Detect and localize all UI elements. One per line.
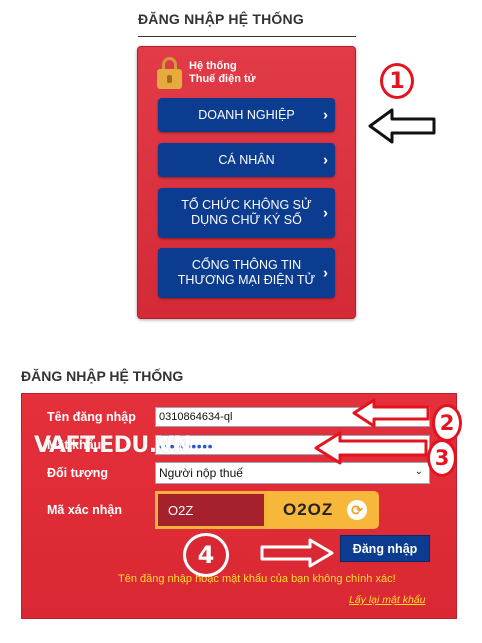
chevron-right-icon: › xyxy=(323,106,328,124)
watermark: VAFT.EDU.VN xyxy=(34,433,192,458)
captcha-input-value: O2Z xyxy=(168,502,194,518)
business-login-label: DOANH NGHIỆP xyxy=(198,107,295,122)
refresh-icon[interactable]: ⟳ xyxy=(347,500,367,520)
system-label-line2: Thuế điện tử xyxy=(189,73,256,85)
business-login-button[interactable]: DOANH NGHIỆP › xyxy=(158,98,335,132)
bottom-page-title: ĐĂNG NHẬP HỆ THỐNG xyxy=(21,368,184,384)
title-divider xyxy=(138,36,356,37)
login-button[interactable]: Đăng nhập xyxy=(340,535,430,562)
system-label-line1: Hệ thống xyxy=(189,60,237,72)
captcha-image-text: O2OZ xyxy=(283,500,334,519)
ecommerce-portal-label: CỔNG THÔNG TIN THƯƠNG MẠI ĐIỆN TỬ xyxy=(177,258,316,287)
arrow-left-icon xyxy=(314,431,428,465)
lock-icon-keyhole xyxy=(167,75,172,83)
captcha-label: Mã xác nhận xyxy=(47,503,123,517)
captcha-image: O2OZ ⟳ xyxy=(267,491,379,529)
object-label: Đối tượng xyxy=(47,466,108,480)
arrow-left-icon xyxy=(368,108,436,144)
ecommerce-portal-button[interactable]: CỔNG THÔNG TIN THƯƠNG MẠI ĐIỆN TỬ › xyxy=(158,248,335,298)
chevron-right-icon: › xyxy=(323,151,328,169)
forgot-password-link[interactable]: Lấy lại mật khẩu xyxy=(349,594,425,606)
chevron-right-icon: › xyxy=(323,204,328,222)
annotation-number-4: 4 xyxy=(183,533,229,577)
annotation-number-1: 1 xyxy=(380,63,414,99)
top-page-title: ĐĂNG NHẬP HỆ THỐNG xyxy=(138,11,304,27)
organization-no-signature-label: TỔ CHỨC KHÔNG SỬ DỤNG CHỮ KÝ SỐ xyxy=(181,198,312,227)
annotation-number-3: 3 xyxy=(427,439,457,477)
individual-login-label: CÁ NHÂN xyxy=(218,152,275,167)
annotation-number-2: 2 xyxy=(432,404,462,442)
arrow-right-icon xyxy=(260,538,334,568)
username-label: Tên đăng nhập xyxy=(47,410,136,424)
chevron-right-icon: › xyxy=(323,264,328,282)
arrow-left-icon xyxy=(352,398,430,428)
error-message: Tên đăng nhập hoặc mật khẩu của bạn khôn… xyxy=(118,573,396,585)
captcha-input[interactable]: O2Z xyxy=(155,491,267,529)
individual-login-button[interactable]: CÁ NHÂN › xyxy=(158,143,335,177)
username-value: 0310864634-ql xyxy=(159,411,233,423)
organization-no-signature-button[interactable]: TỔ CHỨC KHÔNG SỬ DỤNG CHỮ KÝ SỐ › xyxy=(158,188,335,238)
object-selected-value: Người nộp thuế xyxy=(159,466,243,480)
